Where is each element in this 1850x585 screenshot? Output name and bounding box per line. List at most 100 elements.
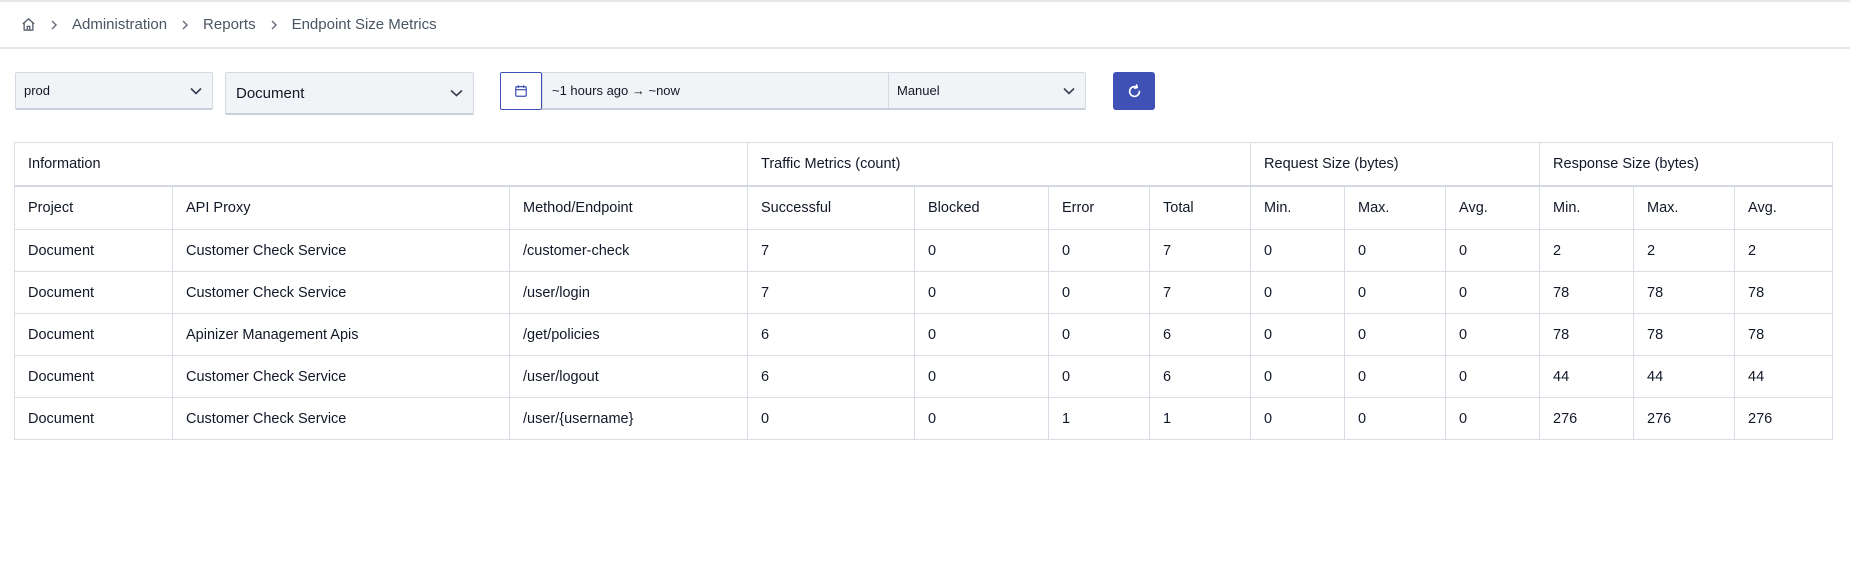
breadcrumb-reports[interactable]: Reports [203, 16, 256, 33]
cell-response-min: 2 [1539, 229, 1635, 272]
cell-response-avg: 44 [1734, 355, 1834, 398]
cell-request-max: 0 [1344, 229, 1447, 272]
cell-total: 7 [1149, 229, 1252, 272]
chevron-right-icon [180, 19, 190, 30]
cell-api-proxy: Customer Check Service [172, 397, 510, 440]
cell-api-proxy: Apinizer Management Apis [172, 313, 510, 356]
calendar-button[interactable] [500, 72, 542, 110]
cell-request-min: 0 [1250, 271, 1346, 314]
cell-request-avg: 0 [1445, 229, 1541, 272]
cell-response-max: 2 [1633, 229, 1736, 272]
column-header-row: Project API Proxy Method/Endpoint Succes… [14, 185, 1834, 230]
breadcrumb: Administration Reports Endpoint Size Met… [0, 2, 1850, 49]
cell-successful: 7 [747, 229, 916, 272]
cell-request-min: 0 [1250, 355, 1346, 398]
cell-endpoint: /get/policies [508, 313, 749, 356]
cell-successful: 6 [747, 355, 916, 398]
column-header-request-avg[interactable]: Avg. [1445, 185, 1541, 230]
breadcrumb-administration[interactable]: Administration [72, 16, 167, 33]
cell-request-max: 0 [1344, 313, 1447, 356]
column-header-response-min[interactable]: Min. [1539, 185, 1635, 230]
table-row: Document Customer Check Service /user/{u… [14, 397, 1834, 440]
cell-response-max: 276 [1633, 397, 1736, 440]
cell-endpoint: /customer-check [508, 229, 749, 272]
cell-project: Document [14, 313, 173, 356]
table-row: Document Apinizer Management Apis /get/p… [14, 313, 1834, 356]
cell-successful: 6 [747, 313, 916, 356]
chevron-down-icon [1063, 87, 1075, 95]
refresh-mode-select[interactable]: Manuel [888, 72, 1086, 110]
cell-blocked: 0 [914, 397, 1050, 440]
cell-error: 0 [1048, 271, 1151, 314]
cell-request-max: 0 [1344, 355, 1447, 398]
cell-error: 0 [1048, 229, 1151, 272]
cell-response-max: 44 [1633, 355, 1736, 398]
chevron-down-icon [450, 89, 463, 97]
cell-request-max: 0 [1344, 397, 1447, 440]
cell-request-min: 0 [1250, 229, 1346, 272]
cell-response-avg: 276 [1734, 397, 1834, 440]
cell-total: 6 [1149, 313, 1252, 356]
cell-project: Document [14, 271, 173, 314]
cell-request-avg: 0 [1445, 355, 1541, 398]
cell-response-min: 78 [1539, 313, 1635, 356]
cell-project: Document [14, 355, 173, 398]
column-header-total[interactable]: Total [1149, 185, 1252, 230]
cell-api-proxy: Customer Check Service [172, 355, 510, 398]
cell-error: 1 [1048, 397, 1151, 440]
date-range-picker: ~1 hours ago → ~now [500, 72, 892, 110]
cell-successful: 7 [747, 271, 916, 314]
group-information: Information [13, 142, 749, 187]
cell-request-avg: 0 [1445, 397, 1541, 440]
project-select[interactable]: Document [225, 72, 474, 115]
cell-endpoint: /user/{username} [508, 397, 749, 440]
calendar-icon [515, 85, 527, 97]
table-row: Document Customer Check Service /user/lo… [14, 355, 1834, 398]
chevron-right-icon [269, 19, 279, 30]
cell-request-min: 0 [1250, 313, 1346, 356]
column-header-response-avg[interactable]: Avg. [1734, 185, 1834, 230]
home-icon[interactable] [20, 17, 36, 33]
refresh-mode-value: Manuel [897, 83, 940, 98]
column-header-blocked[interactable]: Blocked [914, 185, 1050, 230]
cell-request-min: 0 [1250, 397, 1346, 440]
cell-successful: 0 [747, 397, 916, 440]
cell-response-max: 78 [1633, 271, 1736, 314]
group-response-size: Response Size (bytes) [1539, 142, 1834, 187]
cell-response-min: 276 [1539, 397, 1635, 440]
chevron-down-icon [190, 87, 202, 95]
column-header-request-max[interactable]: Max. [1344, 185, 1447, 230]
chevron-right-icon [49, 19, 59, 30]
cell-response-avg: 78 [1734, 313, 1834, 356]
column-header-response-max[interactable]: Max. [1633, 185, 1736, 230]
column-header-request-min[interactable]: Min. [1250, 185, 1346, 230]
cell-response-min: 44 [1539, 355, 1635, 398]
cell-blocked: 0 [914, 313, 1050, 356]
date-range-value: ~1 hours ago → ~now [552, 83, 680, 98]
cell-request-max: 0 [1344, 271, 1447, 314]
breadcrumb-current: Endpoint Size Metrics [291, 16, 437, 33]
cell-total: 1 [1149, 397, 1252, 440]
column-header-api-proxy[interactable]: API Proxy [172, 185, 510, 230]
project-value: Document [236, 84, 305, 102]
cell-response-max: 78 [1633, 313, 1736, 356]
cell-project: Document [14, 229, 173, 272]
column-header-method-endpoint[interactable]: Method/Endpoint [508, 185, 749, 230]
date-range-input[interactable]: ~1 hours ago → ~now [542, 72, 892, 110]
cell-project: Document [14, 397, 173, 440]
table-row: Document Customer Check Service /custome… [14, 229, 1834, 272]
column-header-error[interactable]: Error [1048, 185, 1151, 230]
environment-select[interactable]: prod [15, 72, 213, 110]
cell-total: 7 [1149, 271, 1252, 314]
column-header-successful[interactable]: Successful [747, 185, 916, 230]
cell-blocked: 0 [914, 229, 1050, 272]
column-group-row: Information Traffic Metrics (count) Requ… [13, 142, 1834, 187]
cell-response-avg: 2 [1734, 229, 1834, 272]
column-header-project[interactable]: Project [14, 185, 173, 230]
cell-error: 0 [1048, 313, 1151, 356]
cell-api-proxy: Customer Check Service [172, 271, 510, 314]
cell-response-avg: 78 [1734, 271, 1834, 314]
cell-blocked: 0 [914, 355, 1050, 398]
refresh-button[interactable] [1113, 72, 1155, 110]
cell-blocked: 0 [914, 271, 1050, 314]
